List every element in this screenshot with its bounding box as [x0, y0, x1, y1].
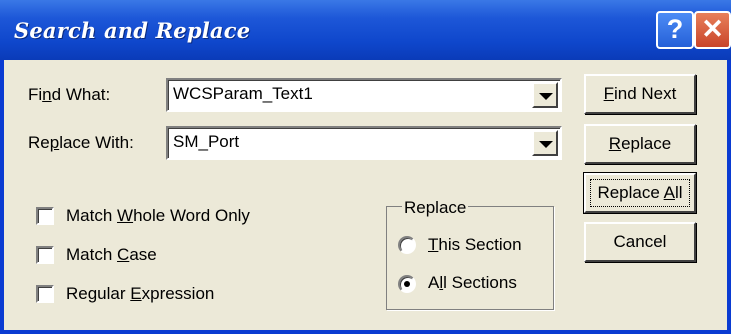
find-what-label: Find What:	[28, 85, 111, 104]
replace-all-button[interactable]: Replace All	[583, 172, 697, 214]
regex-label[interactable]: Regular Expression	[66, 284, 214, 304]
close-icon: ✕	[701, 14, 724, 44]
find-next-button[interactable]: Find Next	[584, 74, 696, 114]
replace-dropdown-button[interactable]	[532, 130, 558, 156]
replace-with-value[interactable]: SM_Port	[173, 132, 239, 152]
match-case-checkbox[interactable]	[36, 246, 54, 264]
find-dropdown-button[interactable]	[532, 82, 558, 108]
help-button[interactable]: ?	[656, 11, 694, 49]
replace-with-label: Replace With:	[28, 133, 134, 152]
this-section-label[interactable]: This Section	[428, 235, 522, 255]
find-what-combobox[interactable]: WCSParam_Text1	[166, 78, 562, 112]
whole-word-checkbox[interactable]	[36, 207, 54, 225]
replace-button[interactable]: Replace	[584, 124, 696, 164]
cancel-button[interactable]: Cancel	[584, 222, 696, 262]
whole-word-label[interactable]: Match Whole Word Only	[66, 206, 250, 226]
focus-rectangle	[590, 179, 690, 207]
replace-scope-title: Replace	[402, 198, 469, 218]
help-icon: ?	[666, 14, 684, 44]
replace-scope-group	[386, 206, 554, 310]
this-section-radio[interactable]	[398, 236, 416, 254]
replace-with-combobox[interactable]: SM_Port	[166, 126, 562, 160]
regex-checkbox[interactable]	[36, 285, 54, 303]
all-sections-label[interactable]: All Sections	[428, 273, 517, 293]
close-button[interactable]: ✕	[694, 11, 731, 49]
match-case-label[interactable]: Match Case	[66, 245, 157, 265]
dialog-title: Search and Replace	[14, 18, 251, 43]
find-what-value[interactable]: WCSParam_Text1	[173, 84, 313, 104]
title-bar[interactable]: Search and Replace ? ✕	[0, 0, 731, 60]
all-sections-radio[interactable]	[398, 275, 416, 293]
